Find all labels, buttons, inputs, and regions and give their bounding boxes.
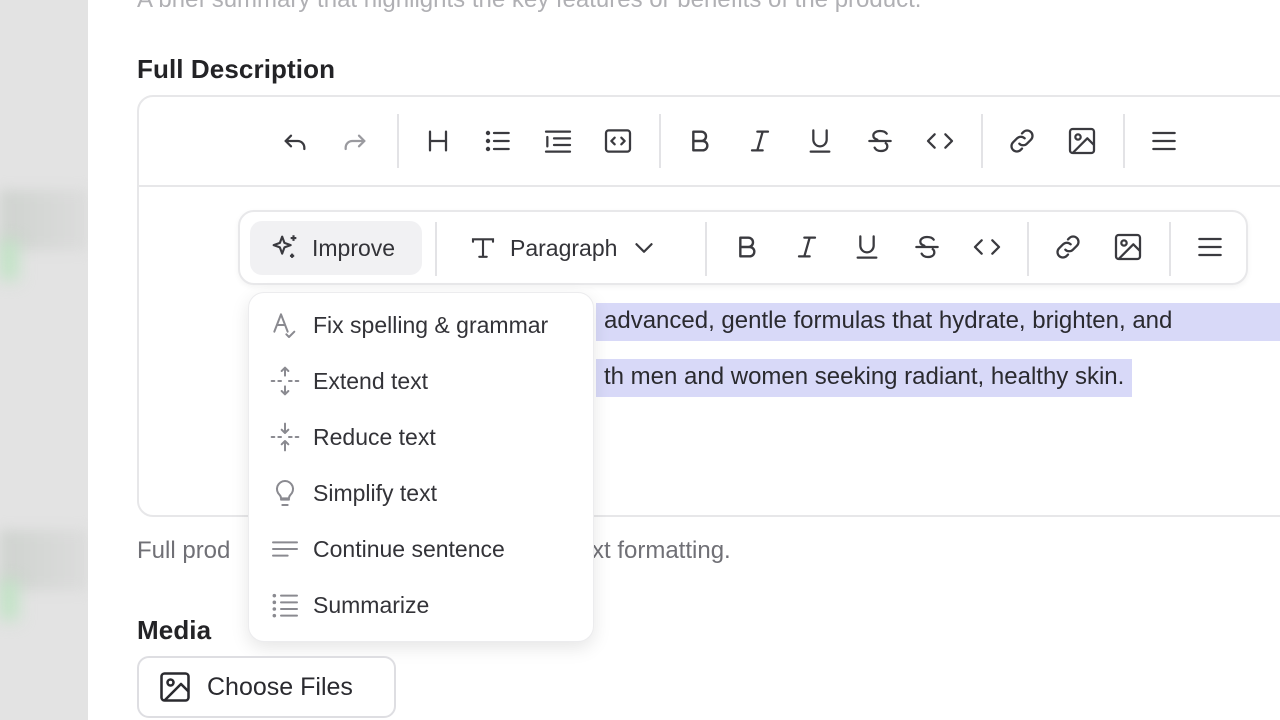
- full-description-label: Full Description: [137, 54, 336, 84]
- italic-icon[interactable]: [787, 227, 827, 267]
- redo-icon[interactable]: [335, 121, 375, 161]
- menu-item-label: Reduce text: [313, 423, 436, 450]
- improve-button[interactable]: Improve: [250, 221, 422, 275]
- toolbar-separator: [435, 222, 437, 276]
- short-description-helper: A brief summary that highlights the key …: [137, 0, 921, 14]
- image-icon: [160, 672, 190, 702]
- toolbar-separator: [1123, 114, 1125, 168]
- bold-icon[interactable]: [727, 227, 767, 267]
- underline-icon[interactable]: [847, 227, 887, 267]
- more-menu-icon[interactable]: [1144, 121, 1184, 161]
- link-icon[interactable]: [1002, 121, 1042, 161]
- toolbar-separator: [705, 222, 707, 276]
- paragraph-label: Paragraph: [510, 234, 618, 261]
- paragraph-dropdown[interactable]: Paragraph: [468, 221, 659, 275]
- selected-text-line[interactable]: th men and women seeking radiant, health…: [596, 359, 1133, 397]
- menu-item-reduce-text[interactable]: Reduce text: [249, 409, 593, 465]
- image-icon[interactable]: [1108, 227, 1148, 267]
- continue-icon: [272, 541, 298, 557]
- bubble-toolbar: Improve Paragraph: [238, 210, 1248, 285]
- undo-icon[interactable]: [275, 121, 315, 161]
- image-icon[interactable]: [1062, 121, 1102, 161]
- lightbulb-icon: [275, 479, 295, 506]
- editor-toolbar: [139, 97, 1280, 187]
- description-helper-text-end: xt formatting.: [592, 537, 731, 564]
- improve-menu: Fix spelling & grammar Extend text Reduc…: [248, 292, 594, 642]
- toolbar-separator: [1027, 222, 1029, 276]
- text-type-icon: [471, 238, 495, 258]
- heading-icon[interactable]: [418, 121, 458, 161]
- extend-icon: [270, 366, 300, 396]
- menu-item-summarize[interactable]: Summarize: [249, 577, 593, 633]
- code-block-icon[interactable]: [598, 121, 638, 161]
- bullet-list-icon[interactable]: [478, 121, 518, 161]
- reduce-icon: [270, 422, 300, 452]
- background-panel: [0, 0, 88, 720]
- choose-files-label: Choose Files: [207, 672, 353, 701]
- bold-icon[interactable]: [680, 121, 720, 161]
- more-menu-icon[interactable]: [1190, 227, 1230, 267]
- code-icon[interactable]: [967, 227, 1007, 267]
- italic-icon[interactable]: [740, 121, 780, 161]
- blurred-indicator: [0, 580, 18, 620]
- strikethrough-icon[interactable]: [860, 121, 900, 161]
- blurred-indicator: [0, 240, 18, 280]
- link-icon[interactable]: [1048, 227, 1088, 267]
- toolbar-separator: [981, 114, 983, 168]
- selected-text-line[interactable]: advanced, gentle formulas that hydrate, …: [596, 303, 1280, 341]
- menu-item-label: Extend text: [313, 367, 429, 394]
- menu-item-label: Simplify text: [313, 479, 437, 506]
- code-icon[interactable]: [920, 121, 960, 161]
- menu-item-label: Fix spelling & grammar: [313, 311, 549, 338]
- menu-item-extend-text[interactable]: Extend text: [249, 353, 593, 409]
- summarize-icon: [272, 593, 298, 618]
- menu-item-label: Continue sentence: [313, 535, 505, 562]
- description-helper-text: Full prod: [137, 537, 231, 564]
- choose-files-button[interactable]: Choose Files: [137, 656, 396, 718]
- media-label: Media: [137, 615, 212, 645]
- improve-label: Improve: [312, 234, 396, 261]
- menu-item-label: Summarize: [313, 591, 430, 618]
- toolbar-separator: [1169, 222, 1171, 276]
- toolbar-separator: [397, 114, 399, 168]
- menu-item-simplify-text[interactable]: Simplify text: [249, 465, 593, 521]
- toolbar-separator: [659, 114, 661, 168]
- sparkles-icon: [272, 235, 297, 258]
- ordered-list-icon[interactable]: [538, 121, 578, 161]
- menu-item-fix-spelling[interactable]: Fix spelling & grammar: [249, 297, 593, 353]
- strikethrough-icon[interactable]: [907, 227, 947, 267]
- menu-item-continue-sentence[interactable]: Continue sentence: [249, 521, 593, 577]
- underline-icon[interactable]: [800, 121, 840, 161]
- chevron-down-icon: [635, 243, 654, 253]
- spellcheck-icon: [273, 313, 296, 338]
